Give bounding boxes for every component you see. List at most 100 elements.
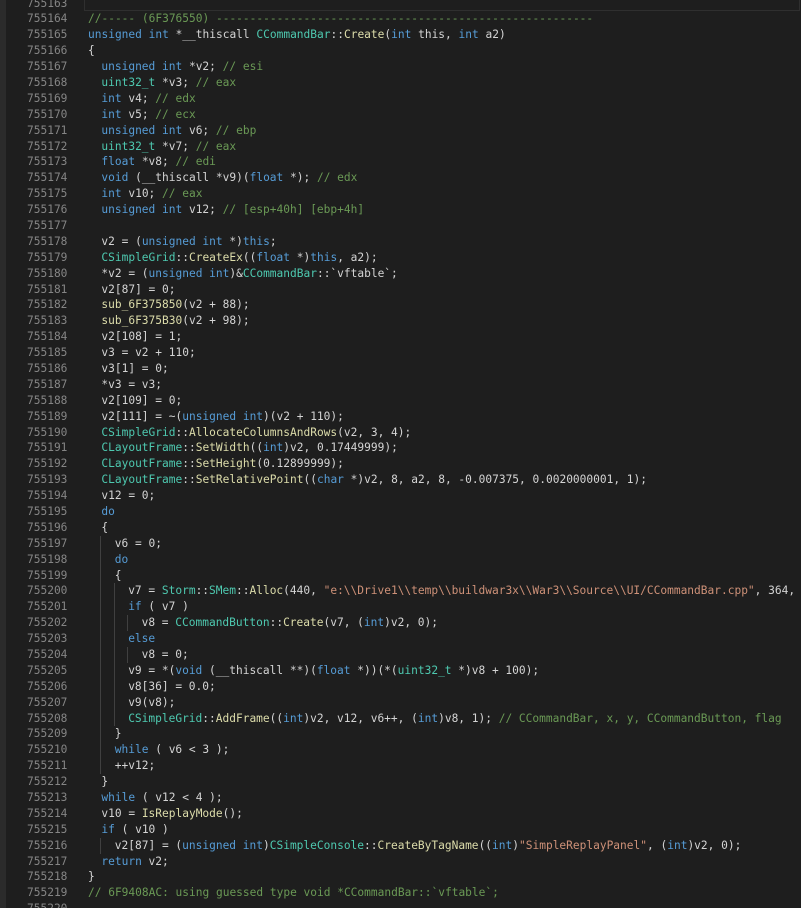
code-line[interactable]: 755173 float *v8; // edi xyxy=(0,154,801,170)
code-token: :: xyxy=(202,711,216,725)
code-text: uint32_t *v3; // eax xyxy=(101,75,236,91)
code-line[interactable]: 755163 xyxy=(0,0,801,11)
code-token: void xyxy=(101,171,129,185)
indent-guide xyxy=(127,615,129,632)
code-line[interactable]: 755181 v2[87] = 0; xyxy=(0,282,801,298)
code-token: while xyxy=(101,791,136,805)
code-line[interactable]: 755176 unsigned int v12; // [esp+40h] [eb… xyxy=(0,202,801,218)
line-number: 755171 xyxy=(27,123,68,137)
code-line[interactable]: 755171 unsigned int v6; // ebp xyxy=(0,123,801,139)
code-line[interactable]: 755166 { xyxy=(0,43,801,59)
line-number: 755202 xyxy=(27,616,68,630)
code-line[interactable]: 755197 v6 = 0; xyxy=(0,535,801,552)
line-number: 755172 xyxy=(27,139,68,153)
code-line[interactable]: 755168 uint32_t *v3; // eax xyxy=(0,75,801,91)
line-number: 755173 xyxy=(27,155,68,169)
code-token: int xyxy=(391,28,412,42)
code-line[interactable]: 755167 unsigned int *v2; // esi xyxy=(0,59,801,75)
indent-guide xyxy=(113,583,115,600)
code-token: // edi xyxy=(175,155,216,169)
code-line[interactable]: 755172 uint32_t *v7; // eax xyxy=(0,139,801,155)
code-line[interactable]: 755174 void (__thiscall *v9)(float *); //… xyxy=(0,170,801,186)
code-line[interactable]: 755178 v2 = (unsigned int *)this; xyxy=(0,234,801,250)
code-line[interactable]: 755191 CLayoutFrame::SetWidth((int)v2, 0.… xyxy=(0,440,801,456)
code-line[interactable]: 755179 CSimpleGrid::CreateEx((float *)thi… xyxy=(0,250,801,266)
code-token: // edx xyxy=(155,91,196,105)
code-line[interactable]: 755195 do xyxy=(0,504,801,520)
code-line[interactable]: 755200 v7 = Storm::SMem::Alloc(440, "e:\\… xyxy=(0,583,801,600)
code-line[interactable]: 755219 // 6F9408AC: using guessed type vo… xyxy=(0,885,801,901)
code-line[interactable]: 755188 v2[109] = 0; xyxy=(0,393,801,409)
line-number: 755207 xyxy=(27,695,68,709)
code-line[interactable]: 755183 sub_6F375B30(v2 + 98); xyxy=(0,313,801,329)
code-line[interactable]: 755190 CSimpleGrid::AllocateColumnsAndRow… xyxy=(0,425,801,441)
code-token: v10 = xyxy=(101,806,142,820)
code-token: float xyxy=(249,171,284,185)
code-line[interactable]: 755199 { xyxy=(0,567,801,584)
code-line[interactable]: 755207 v9(v8); xyxy=(0,694,801,711)
code-line[interactable]: 755209} xyxy=(0,726,801,743)
code-line[interactable]: 755205 v9 = *(void (__thiscall **)(float … xyxy=(0,662,801,679)
code-token: :: xyxy=(236,584,250,598)
code-line[interactable]: 755187 *v3 = v3; xyxy=(0,377,801,393)
code-line[interactable]: 755203 else xyxy=(0,631,801,648)
code-token: v2[109] = 0; xyxy=(101,393,183,407)
code-line[interactable]: 755214 v10 = IsReplayMode(); xyxy=(0,806,801,822)
code-line[interactable]: 755194 v12 = 0; xyxy=(0,488,801,504)
code-line[interactable]: 755204 v8 = 0; xyxy=(0,647,801,663)
code-line[interactable]: 755211 ++v12; xyxy=(0,758,801,775)
code-token: CCommandBar xyxy=(242,266,317,280)
code-editor[interactable]: 755163 755164 //----- (6F376550) ---------… xyxy=(0,0,801,908)
line-number: 755169 xyxy=(27,91,68,105)
code-line[interactable]: 755217 return v2; xyxy=(0,854,801,870)
line-number: 755190 xyxy=(27,425,68,439)
code-line[interactable]: 755213 while ( v12 < 4 ); xyxy=(0,790,801,806)
code-line[interactable]: 755165 unsigned int *__thiscall CCommandB… xyxy=(0,27,801,43)
code-line[interactable]: 755210 while ( v6 < 3 ); xyxy=(0,742,801,759)
code-line[interactable]: 755169 int v4; // edx xyxy=(0,91,801,107)
code-line[interactable]: 755184 v2[108] = 1; xyxy=(0,329,801,345)
code-line[interactable]: 755220 xyxy=(0,901,801,908)
code-text: v2[111] = ~(unsigned int)(v2 + 110); xyxy=(101,409,343,425)
code-token: ++v12; xyxy=(114,759,156,773)
code-line[interactable]: 755198 do xyxy=(0,551,801,568)
code-token: this xyxy=(310,250,338,264)
code-line[interactable]: 755182 sub_6F375850(v2 + 88); xyxy=(0,297,801,313)
code-text: { xyxy=(101,520,108,536)
code-text: int v4; // edx xyxy=(101,91,195,107)
code-token: "SimpleReplayPanel" xyxy=(519,838,647,852)
line-number: 755213 xyxy=(27,791,68,805)
code-token: CreateEx xyxy=(188,250,243,264)
line-number: 755215 xyxy=(27,822,68,836)
code-token: uint32_t xyxy=(101,75,156,89)
code-line[interactable]: 755170 int v5; // ecx xyxy=(0,107,801,123)
code-line[interactable]: 755202 v8 = CCommandButton::Create(v7, (i… xyxy=(0,615,801,632)
code-line[interactable]: 755186 v3[1] = 0; xyxy=(0,361,801,377)
code-line[interactable]: 755164 //----- (6F376550) ---------------… xyxy=(0,11,801,27)
code-line[interactable]: 755175 int v10; // eax xyxy=(0,186,801,202)
code-line[interactable]: 755185 v3 = v2 + 110; xyxy=(0,345,801,361)
code-line[interactable]: 755206 v8[36] = 0.0; xyxy=(0,678,801,695)
code-token: unsigned int xyxy=(101,203,183,217)
indent-guide xyxy=(100,710,102,727)
code-text: *v3 = v3; xyxy=(101,377,162,393)
indent-guide xyxy=(100,535,102,552)
code-line[interactable]: 755180 *v2 = (unsigned int)&CCommandBar::… xyxy=(0,266,801,282)
code-line[interactable]: 755189 v2[111] = ~(unsigned int)(v2 + 110… xyxy=(0,409,801,425)
indent-guide xyxy=(100,583,102,600)
code-token: else xyxy=(128,632,156,646)
code-line[interactable]: 755208 CSimpleGrid::AddFrame((int)v2, v12… xyxy=(0,710,801,727)
code-line[interactable]: 755193 CLayoutFrame::SetRelativePoint((ch… xyxy=(0,472,801,488)
code-token: this xyxy=(242,234,270,248)
code-token: int xyxy=(283,711,304,725)
code-line[interactable]: 755212} xyxy=(0,774,801,790)
code-text: CSimpleGrid::AddFrame((int)v2, v12, v6++… xyxy=(128,711,781,727)
code-token: v2[87] = 0; xyxy=(101,282,176,296)
code-line[interactable]: 755216 v2[87] = (unsigned int)CSimpleCons… xyxy=(0,837,801,854)
code-line[interactable]: 755218} xyxy=(0,869,801,885)
code-line[interactable]: 755215 if ( v10 ) xyxy=(0,822,801,838)
code-line[interactable]: 755196 { xyxy=(0,520,801,536)
code-line[interactable]: 755201 if ( v7 ) xyxy=(0,599,801,616)
code-line[interactable]: 755177 xyxy=(0,218,801,234)
code-line[interactable]: 755192 CLayoutFrame::SetHeight(0.12899999… xyxy=(0,456,801,472)
